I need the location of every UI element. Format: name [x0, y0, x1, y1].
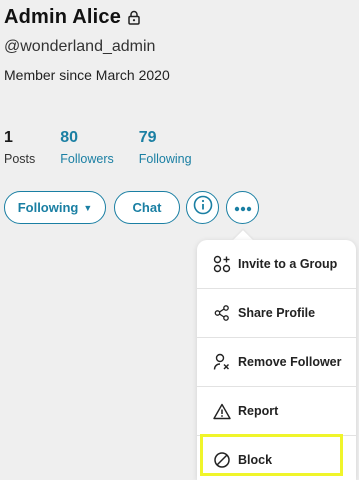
remove-follower-icon — [212, 352, 232, 372]
profile-stats: 1 Posts 80 Followers 79 Following — [4, 129, 217, 166]
menu-item-label: Invite to a Group — [238, 257, 338, 271]
following-button[interactable]: Following ▼ — [4, 191, 106, 224]
selection-highlight — [200, 434, 343, 476]
profile-actions: Following ▼ Chat — [4, 191, 266, 224]
profile-handle: @wonderland_admin — [4, 38, 156, 55]
stat-following[interactable]: 79 Following — [139, 129, 192, 166]
member-since: Member since March 2020 — [4, 67, 170, 83]
stat-count: 79 — [138, 129, 157, 146]
stat-count: 1 — [4, 129, 13, 146]
stat-posts[interactable]: 1 Posts — [4, 129, 35, 166]
more-dots-icon — [234, 199, 252, 217]
profile-name: Admin Alice — [4, 6, 122, 28]
stat-label: Followers — [60, 152, 114, 166]
stat-count: 80 — [60, 129, 79, 146]
menu-item-share-profile[interactable]: Share Profile — [197, 289, 356, 337]
profile-header: Admin Alice — [4, 6, 141, 29]
stat-label: Posts — [4, 152, 36, 166]
stat-followers[interactable]: 80 Followers — [60, 129, 114, 166]
menu-item-remove-follower[interactable]: Remove Follower — [197, 338, 356, 386]
menu-item-report[interactable]: Report — [197, 387, 356, 435]
menu-item-label: Report — [238, 404, 279, 418]
invite-group-icon — [212, 254, 232, 274]
stat-label: Following — [138, 152, 192, 166]
caret-down-icon: ▼ — [83, 202, 93, 213]
menu-item-invite-group[interactable]: Invite to a Group — [197, 240, 356, 288]
chat-button-label: Chat — [132, 200, 162, 215]
profile-page: Admin Alice @wonderland_admin Member sin… — [0, 0, 359, 480]
menu-item-label: Remove Follower — [238, 355, 342, 369]
info-icon — [193, 195, 213, 220]
share-icon — [212, 303, 232, 323]
following-button-label: Following — [17, 200, 79, 215]
chat-button[interactable]: Chat — [114, 191, 180, 224]
info-button[interactable] — [186, 191, 219, 224]
warning-icon — [212, 401, 232, 421]
lock-icon — [127, 10, 141, 25]
more-options-button[interactable] — [226, 191, 259, 224]
menu-item-label: Share Profile — [238, 306, 316, 320]
